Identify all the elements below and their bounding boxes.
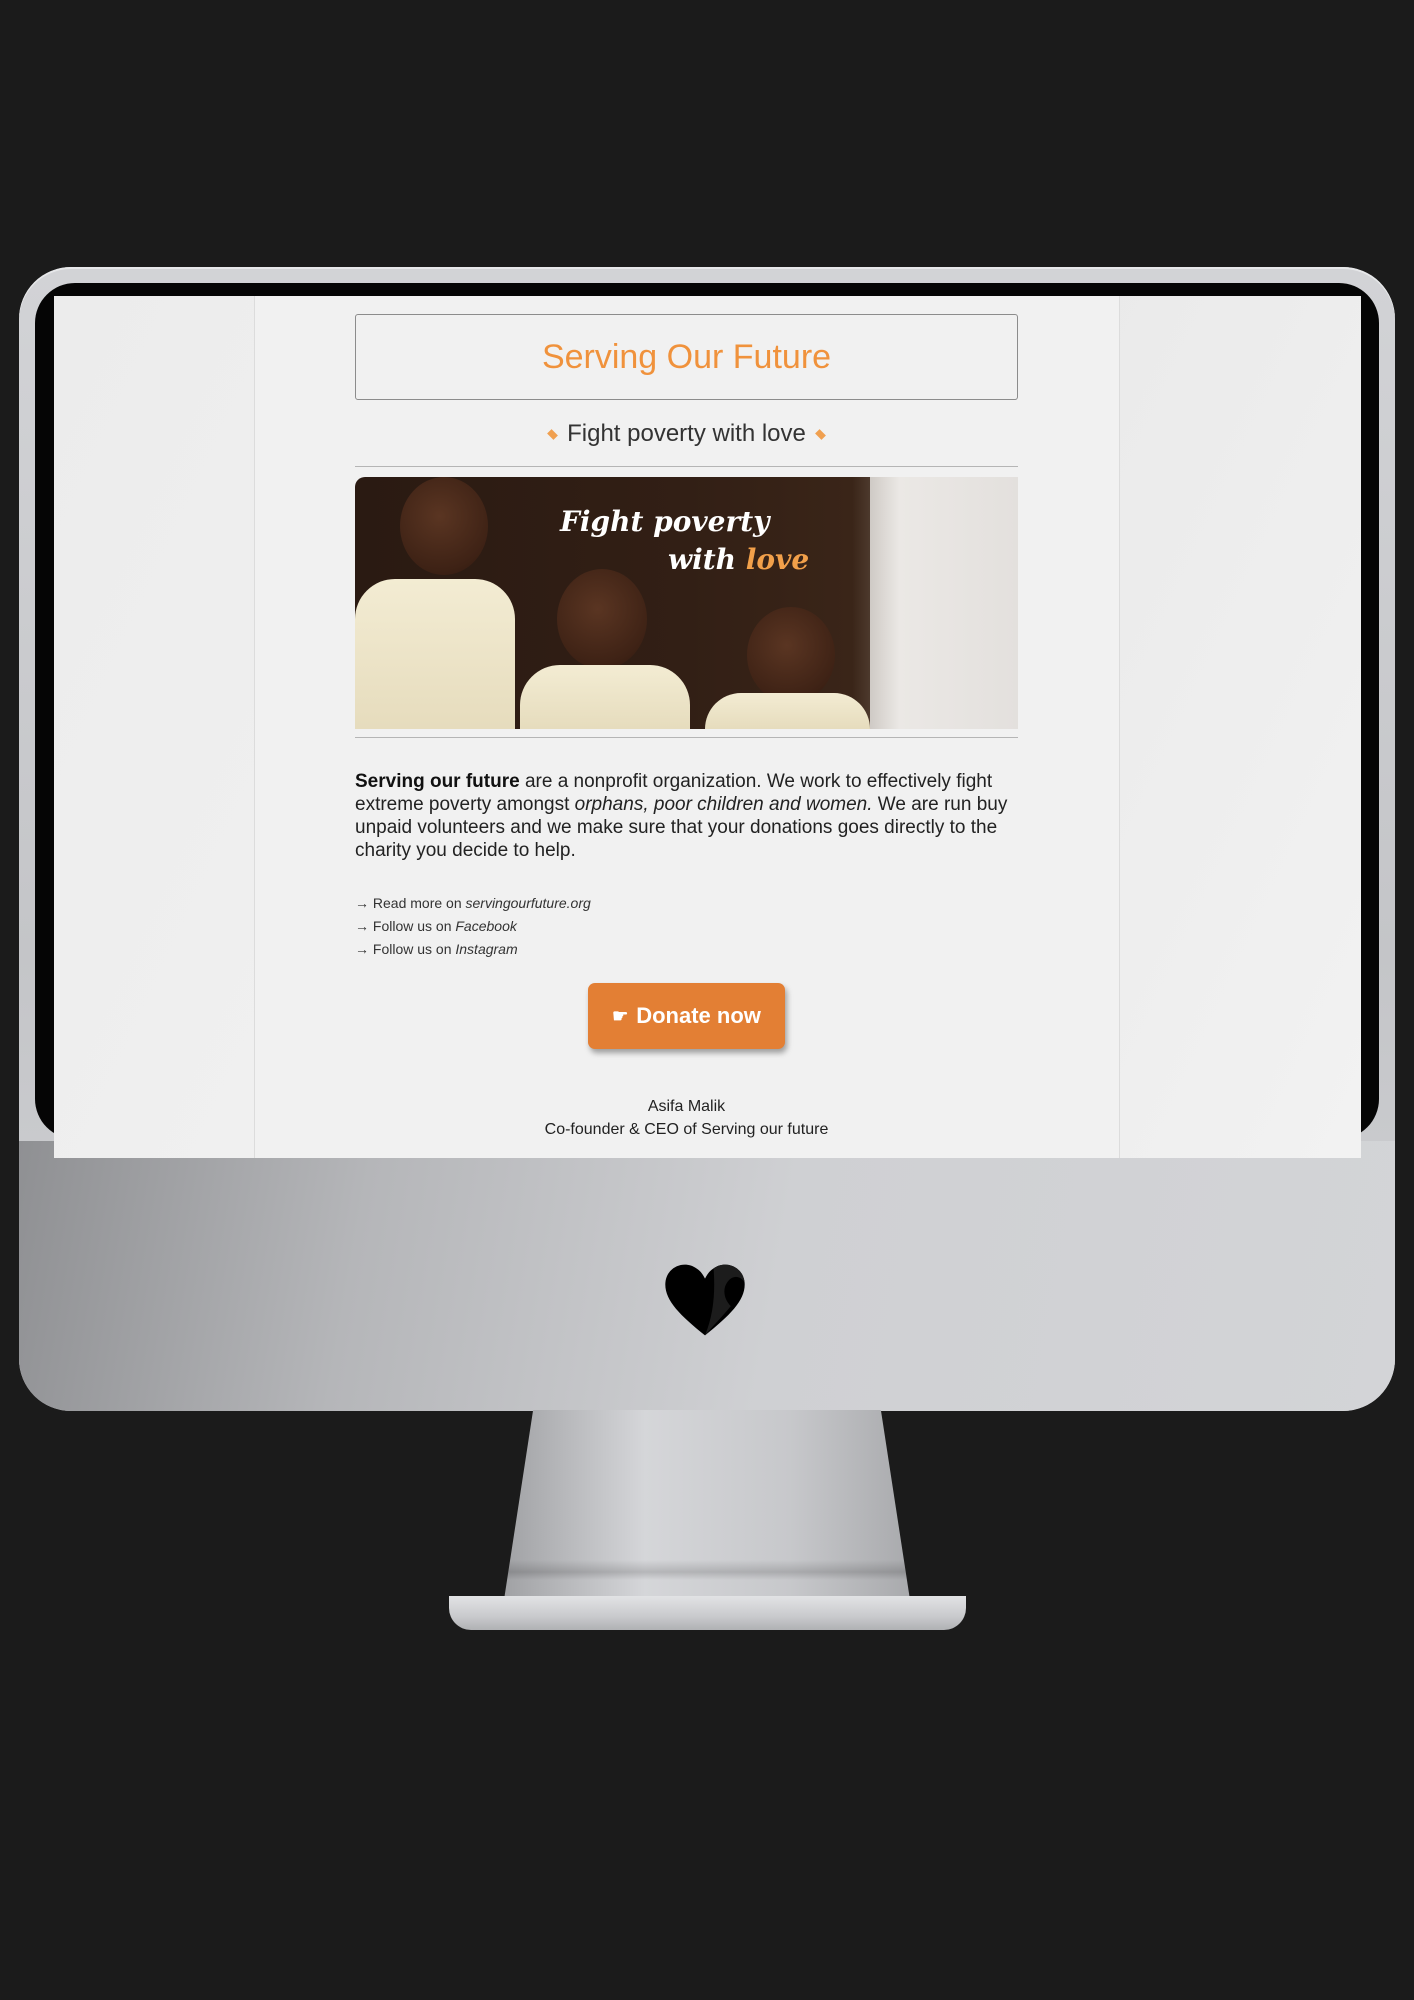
monitor-frame: Serving Our Future Fight poverty with lo… (19, 267, 1395, 1411)
screen: Serving Our Future Fight poverty with lo… (54, 296, 1361, 1158)
link-website[interactable]: → Read more on servingourfuture.org (355, 892, 1018, 915)
monitor-stand-neck (500, 1410, 914, 1626)
donate-container: ☛ Donate now (355, 983, 1018, 1049)
link-facebook[interactable]: → Follow us on Facebook (355, 915, 1018, 938)
diamond-icon (547, 428, 559, 440)
intro-paragraph: Serving our future are a nonprofit organ… (355, 771, 1008, 861)
hero-line-2: with love (668, 543, 810, 576)
donate-label: Donate now (636, 1003, 761, 1028)
link-instagram[interactable]: → Follow us on Instagram (355, 938, 1018, 961)
hero-headline: Fight poverty with love (560, 503, 809, 579)
heart-logo-icon (665, 1264, 745, 1336)
email-body: Serving Our Future Fight poverty with lo… (254, 296, 1120, 1158)
arrow-right-icon: → (355, 918, 369, 934)
arrow-right-icon: → (355, 895, 369, 911)
org-name: Serving our future (355, 771, 520, 792)
tagline-text: Fight poverty with love (567, 420, 806, 447)
child-figure (355, 477, 520, 729)
signature-role: Co-founder & CEO of Serving our future (544, 1121, 829, 1138)
tagline: Fight poverty with love (355, 420, 1018, 448)
divider (355, 737, 1018, 738)
hero-image: Fight poverty with love (355, 477, 1018, 729)
link-list: → Read more on servingourfuture.org → Fo… (355, 892, 1018, 961)
signature-name: Asifa Malik (647, 1098, 726, 1115)
pointing-hand-icon: ☛ (612, 1005, 629, 1026)
arrow-right-icon: → (355, 941, 369, 957)
diamond-icon (814, 428, 826, 440)
signature: Asifa Malik Co-founder & CEO of Serving … (355, 1095, 1018, 1141)
mockup-stage: Serving Our Future Fight poverty with lo… (0, 0, 1414, 2000)
donate-button[interactable]: ☛ Donate now (588, 983, 785, 1049)
email-content: Serving Our Future Fight poverty with lo… (355, 296, 1018, 1141)
hero-line-1: Fight poverty (560, 505, 770, 538)
email-header: Serving Our Future (355, 314, 1018, 400)
divider (355, 466, 1018, 467)
email-title: Serving Our Future (541, 337, 832, 376)
hero-wall (870, 477, 1018, 729)
monitor-stand-foot (449, 1596, 966, 1630)
